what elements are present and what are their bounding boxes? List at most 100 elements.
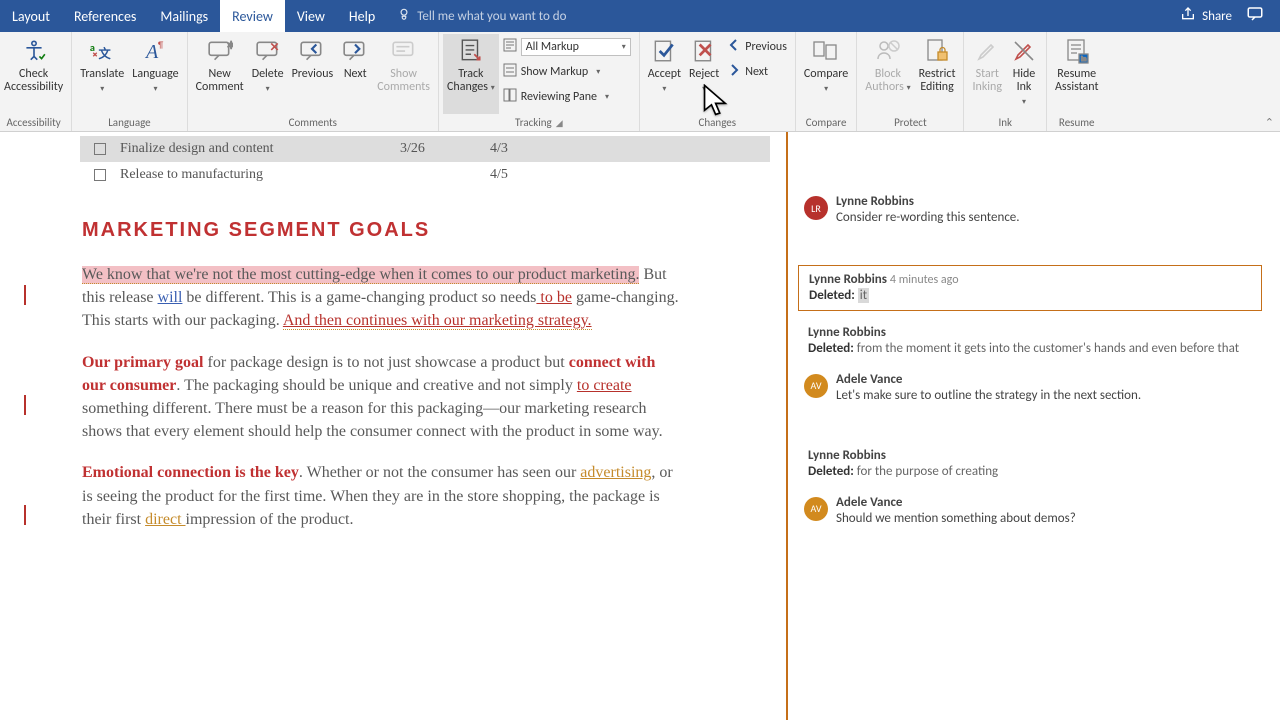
- next-change-icon: [727, 63, 741, 81]
- start-inking-icon: [975, 36, 999, 66]
- group-label-resume: Resume: [1051, 116, 1102, 131]
- avatar: AV: [804, 374, 828, 398]
- accept-button[interactable]: Accept ▾: [644, 34, 685, 114]
- comment-author: Lynne Robbins: [836, 194, 1020, 210]
- table-row: Release to manufacturing 4/5: [80, 162, 770, 188]
- tab-references[interactable]: References: [62, 0, 148, 32]
- revision-card[interactable]: Lynne Robbins Deleted: from the moment i…: [798, 321, 1262, 364]
- comments-toggle-icon[interactable]: [1246, 5, 1264, 27]
- comment-card[interactable]: AV Adele Vance Let's make sure to outlin…: [798, 372, 1280, 413]
- delete-comment-icon: [255, 36, 281, 66]
- date-cell: 4/5: [490, 167, 580, 183]
- paragraph: We know that we're not the most cutting-…: [82, 263, 682, 333]
- translate-icon: a文: [88, 36, 116, 66]
- resume-assistant-icon: in: [1065, 36, 1089, 66]
- restrict-editing-button[interactable]: RestrictEditing: [915, 34, 960, 114]
- text: . The packaging should be unique and cre…: [176, 377, 577, 394]
- revision-author: Lynne Robbins: [808, 448, 1252, 464]
- text: something different. There must be a rea…: [82, 400, 663, 440]
- inserted-text: to create: [577, 377, 632, 394]
- new-comment-button[interactable]: ✶ NewComment: [192, 34, 248, 114]
- change-bar: [24, 285, 26, 305]
- delete-comment-button[interactable]: Delete ▾: [248, 34, 288, 114]
- task-cell: Finalize design and content: [120, 141, 400, 157]
- tracked-span: We know that we're not the most cutting-…: [82, 266, 639, 284]
- check-accessibility-button[interactable]: CheckAccessibility: [0, 34, 67, 114]
- revision-text: from the moment it gets into the custome…: [857, 341, 1239, 356]
- previous-change-button[interactable]: Previous: [727, 36, 787, 58]
- next-change-button[interactable]: Next: [727, 61, 787, 83]
- previous-comment-button[interactable]: Previous: [288, 34, 338, 114]
- revision-time: 4 minutes ago: [890, 273, 959, 287]
- share-button[interactable]: Share: [1180, 6, 1232, 26]
- comment-text: Consider re-wording this sentence.: [836, 210, 1020, 226]
- language-icon: A¶: [142, 36, 168, 66]
- group-label-ink: Ink: [968, 116, 1042, 131]
- collapse-ribbon-button[interactable]: ⌃: [1265, 116, 1274, 129]
- show-markup-icon: [503, 63, 517, 81]
- svg-text:A: A: [144, 41, 159, 63]
- group-label-compare: Compare: [800, 116, 852, 131]
- comment-text: Let's make sure to outline the strategy …: [836, 388, 1141, 404]
- group-label-language: Language: [76, 116, 182, 131]
- checkbox-icon[interactable]: [94, 169, 106, 181]
- next-comment-button[interactable]: Next: [337, 34, 373, 114]
- hide-ink-icon: [1012, 36, 1036, 66]
- change-bar: [24, 395, 26, 415]
- tab-view[interactable]: View: [285, 0, 337, 32]
- tab-help[interactable]: Help: [337, 0, 387, 32]
- task-cell: Release to manufacturing: [120, 167, 400, 183]
- comment-card[interactable]: AV Adele Vance Should we mention somethi…: [798, 495, 1280, 536]
- paragraph: Our primary goal for package design is t…: [82, 351, 682, 444]
- display-review-icon: [503, 38, 517, 56]
- translate-button[interactable]: a文 Translate ▾: [76, 34, 128, 114]
- tab-mailings[interactable]: Mailings: [148, 0, 220, 32]
- revision-card-selected[interactable]: Lynne Robbins 4 minutes ago Deleted: it: [798, 265, 1262, 312]
- resume-assistant-button[interactable]: in ResumeAssistant: [1051, 34, 1102, 114]
- compare-button[interactable]: Compare ▾: [800, 34, 852, 114]
- revision-label: Deleted:: [809, 288, 855, 303]
- show-markup-button[interactable]: Show Markup▾: [503, 61, 631, 83]
- tab-review[interactable]: Review: [220, 0, 285, 32]
- reject-button[interactable]: Reject ▾: [685, 34, 723, 114]
- avatar: LR: [804, 196, 828, 220]
- track-changes-icon: [458, 36, 484, 66]
- text: impression of the product.: [186, 511, 354, 528]
- share-label: Share: [1202, 9, 1232, 24]
- reviewing-pane-button[interactable]: Reviewing Pane▾: [503, 86, 631, 108]
- inserted-text: to be: [536, 289, 572, 306]
- revision-author: Lynne Robbins: [809, 272, 887, 287]
- group-resume: in ResumeAssistant Resume: [1047, 32, 1106, 131]
- accessibility-icon: [21, 36, 47, 66]
- document-page[interactable]: Finalize design and content 3/26 4/3 Rel…: [0, 132, 786, 720]
- display-for-review-select[interactable]: All Markup▾: [503, 36, 631, 58]
- accept-icon: [651, 36, 677, 66]
- restrict-editing-icon: [925, 36, 949, 66]
- checkbox-icon[interactable]: [94, 143, 106, 155]
- language-button[interactable]: A¶ Language ▾: [128, 34, 182, 114]
- track-changes-button[interactable]: TrackChanges ▾: [443, 34, 499, 114]
- hide-ink-button[interactable]: HideInk ▾: [1006, 34, 1042, 114]
- tell-me-search[interactable]: Tell me what you want to do: [397, 7, 566, 25]
- svg-text:in: in: [1081, 54, 1087, 63]
- date-cell: 4/3: [490, 141, 580, 157]
- svg-text:a: a: [90, 41, 95, 54]
- ribbon: CheckAccessibility Accessibility a文 Tran…: [0, 32, 1280, 132]
- avatar: AV: [804, 497, 828, 521]
- svg-text:文: 文: [99, 46, 112, 62]
- new-comment-icon: ✶: [207, 36, 233, 66]
- comment-card[interactable]: LR Lynne Robbins Consider re-wording thi…: [798, 188, 1280, 235]
- svg-text:✶: ✶: [226, 40, 233, 52]
- revision-card[interactable]: Lynne Robbins Deleted: for the purpose o…: [798, 444, 1262, 487]
- tracking-dialog-launcher[interactable]: ◢: [556, 118, 563, 129]
- group-language: a文 Translate ▾ A¶ Language ▾ Language: [72, 32, 187, 131]
- block-authors-button: BlockAuthors ▾: [861, 34, 914, 114]
- revision-label: Deleted:: [808, 341, 854, 356]
- previous-comment-icon: [299, 36, 325, 66]
- share-icon: [1180, 6, 1196, 26]
- content-area: Finalize design and content 3/26 4/3 Rel…: [0, 132, 1280, 720]
- tab-layout[interactable]: Layout: [0, 0, 62, 32]
- group-comments: ✶ NewComment Delete ▾ Previous Next Show…: [188, 32, 439, 131]
- text: . Whether or not the consumer has seen o…: [299, 464, 580, 481]
- svg-text:¶: ¶: [158, 40, 164, 51]
